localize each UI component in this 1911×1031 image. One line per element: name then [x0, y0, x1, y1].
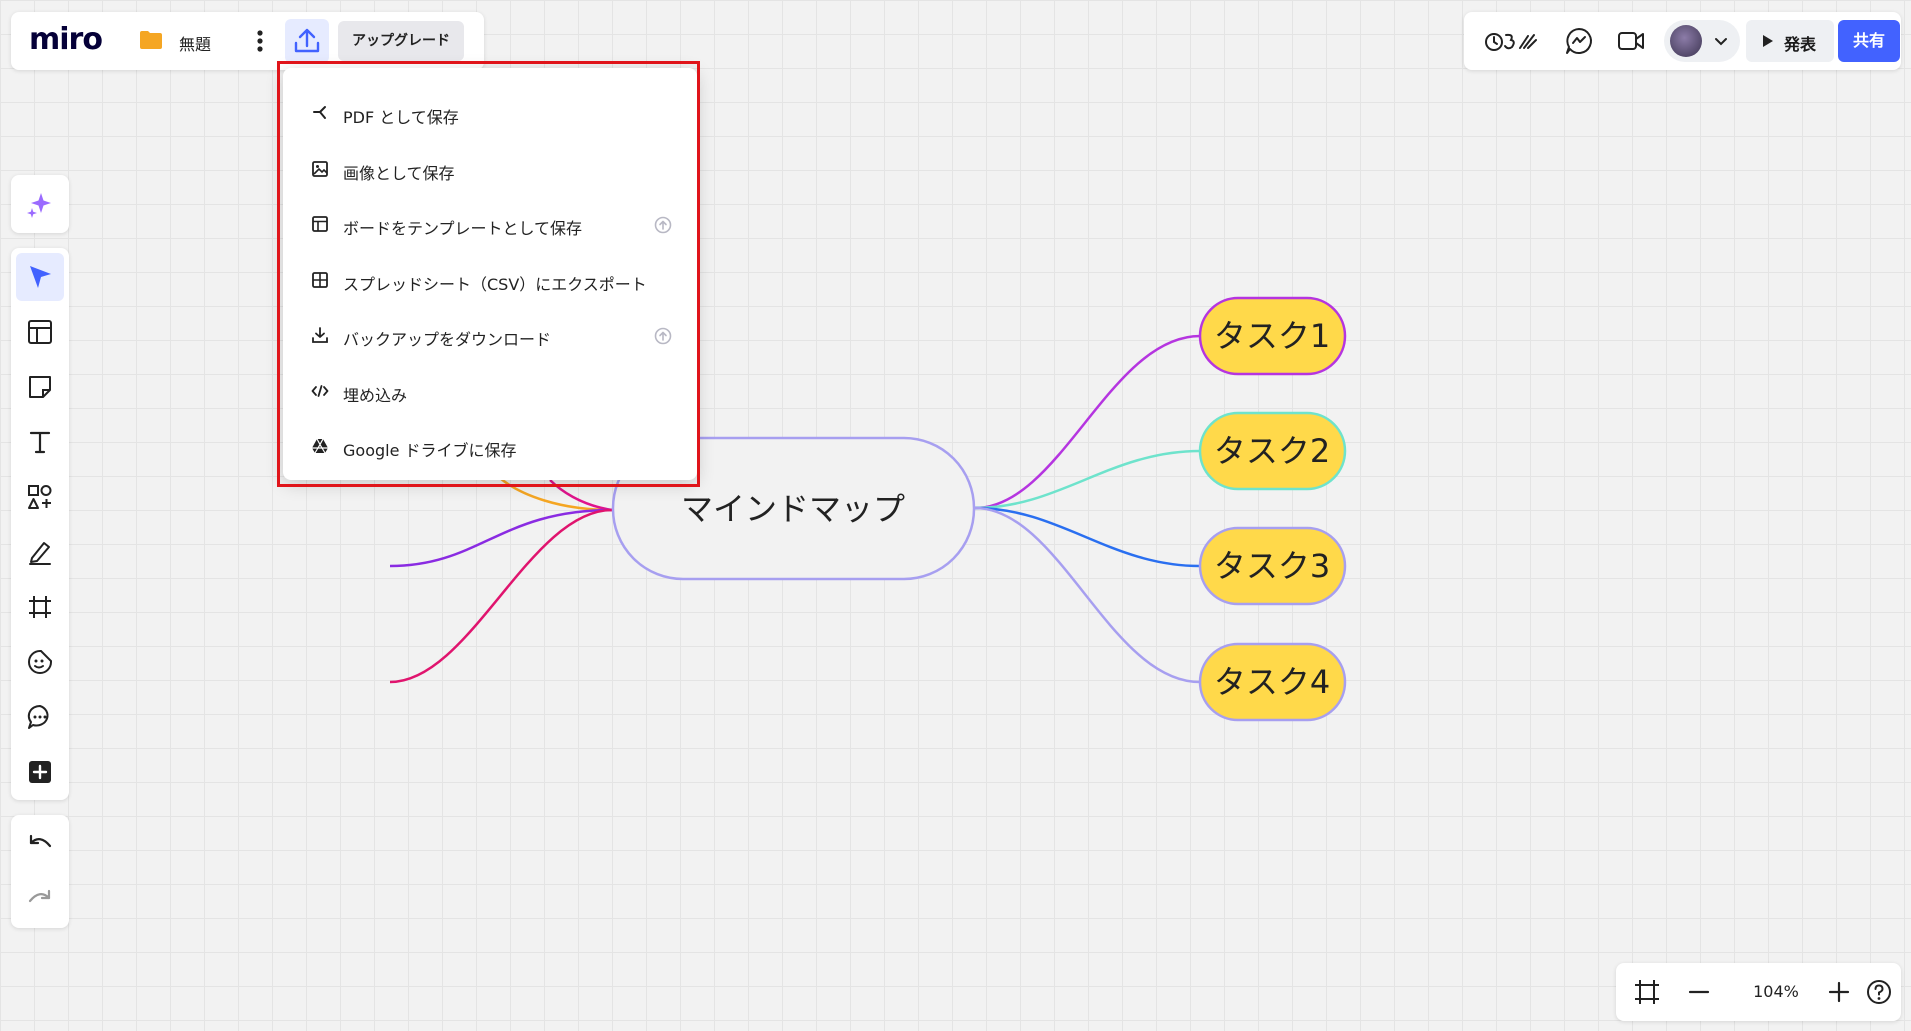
sparkle-icon	[27, 193, 51, 218]
share-button[interactable]: 共有	[1838, 20, 1900, 62]
history-panel	[11, 815, 69, 928]
image-icon	[312, 160, 328, 177]
user-menu[interactable]	[1664, 20, 1740, 62]
text-icon	[29, 431, 51, 454]
redo-icon	[28, 889, 51, 903]
branch-left-magenta	[389, 508, 613, 684]
export-menu: PDF として保存 画像として保存ボードをテンプレートとして保存スプレッドシート（…	[283, 68, 697, 480]
upgrade-arrow-icon	[654, 327, 672, 345]
ai-panel	[11, 175, 69, 233]
pdf-icon	[313, 106, 326, 119]
spreadsheet-icon	[312, 271, 328, 288]
avatar	[1670, 25, 1702, 57]
shapes-tool[interactable]	[16, 473, 64, 521]
export-menu-item-label: バックアップをダウンロード	[343, 330, 552, 349]
chat-icon[interactable]	[1564, 26, 1594, 56]
export-menu-item[interactable]: ボードをテンプレートとして保存	[283, 199, 697, 251]
zoom-out-icon[interactable]	[1684, 977, 1714, 1007]
help-icon[interactable]	[1864, 977, 1894, 1007]
export-menu-item-label: スプレッドシート（CSV）にエクスポート	[343, 274, 647, 294]
reactions-icon[interactable]	[1484, 26, 1540, 56]
left-toolbar	[11, 248, 69, 800]
export-button[interactable]	[285, 19, 329, 63]
undo-icon	[29, 834, 52, 848]
mindmap-task-label: タスク4	[1214, 663, 1330, 701]
export-menu-item[interactable]: スプレッドシート（CSV）にエクスポート	[283, 255, 697, 307]
export-menu-item-label: Google ドライブに保存	[343, 441, 517, 460]
more-vertical-icon[interactable]	[247, 26, 273, 56]
export-menu-item-label: 埋め込み	[343, 385, 408, 405]
ai-assist-button[interactable]	[16, 180, 64, 228]
text-tool[interactable]	[16, 418, 64, 466]
export-menu-item-label: 画像として保存	[343, 163, 455, 183]
folder-icon[interactable]	[139, 30, 163, 50]
upgrade-arrow-icon	[654, 216, 672, 234]
top-left-toolbar: miro 無題 アップグレード	[11, 12, 484, 70]
miro-logo[interactable]: miro	[29, 22, 103, 57]
zoom-panel: 104%	[1616, 963, 1901, 1021]
layout-icon	[28, 320, 52, 344]
export-menu-item[interactable]: PDF として保存	[283, 88, 697, 140]
mindmap-root-label: マインドマップ	[681, 490, 905, 528]
embed-icon	[311, 384, 329, 397]
export-menu-item[interactable]: バックアップをダウンロード	[283, 310, 697, 362]
mindmap-task-label: タスク3	[1214, 547, 1330, 585]
sticker-icon	[28, 650, 52, 674]
comment-tool[interactable]	[16, 693, 64, 741]
stickers-tool[interactable]	[16, 638, 64, 686]
zoom-level[interactable]: 104%	[1736, 982, 1816, 1001]
play-icon	[1763, 35, 1773, 47]
pen-tool[interactable]	[16, 528, 64, 576]
video-icon[interactable]	[1616, 26, 1646, 56]
plus-square-icon	[29, 761, 51, 783]
frame-icon	[29, 596, 51, 618]
mindmap-task-label: タスク1	[1214, 317, 1330, 355]
export-menu-item[interactable]: 埋め込み	[283, 366, 697, 418]
fit-to-screen-icon[interactable]	[1632, 977, 1662, 1007]
export-menu-item-label: ボードをテンプレートとして保存	[343, 219, 583, 238]
chevron-down-icon	[1715, 38, 1727, 46]
shapes-icon	[28, 485, 52, 509]
templates-tool[interactable]	[16, 308, 64, 356]
download-icon	[312, 327, 328, 343]
branch-task1	[974, 334, 1201, 510]
export-menu-item[interactable]: 画像として保存	[283, 144, 697, 196]
template-icon	[312, 216, 328, 232]
branch-task4	[974, 506, 1201, 684]
present-label: 発表	[1784, 35, 1817, 54]
undo-button[interactable]	[16, 820, 64, 868]
frame-tool[interactable]	[16, 583, 64, 631]
zoom-in-icon[interactable]	[1824, 977, 1854, 1007]
redo-button[interactable]	[16, 875, 64, 923]
cursor-icon	[30, 266, 51, 288]
sticky-note-tool[interactable]	[16, 363, 64, 411]
export-menu-item-label: PDF として保存	[343, 108, 459, 127]
export-menu-item[interactable]: Google ドライブに保存	[283, 421, 697, 473]
upgrade-button[interactable]: アップグレード	[338, 21, 464, 61]
board-title[interactable]: 無題	[179, 31, 211, 55]
select-tool[interactable]	[16, 253, 64, 301]
sticky-note-icon	[29, 376, 51, 398]
google-drive-icon	[312, 438, 328, 454]
present-button[interactable]: 発表	[1746, 20, 1834, 62]
comment-icon	[27, 704, 49, 729]
upload-icon	[294, 28, 320, 53]
mindmap-task-label: タスク2	[1214, 432, 1330, 470]
top-right-toolbar: 発表 共有	[1464, 12, 1901, 70]
more-apps-tool[interactable]	[16, 748, 64, 796]
pen-icon	[29, 542, 51, 565]
